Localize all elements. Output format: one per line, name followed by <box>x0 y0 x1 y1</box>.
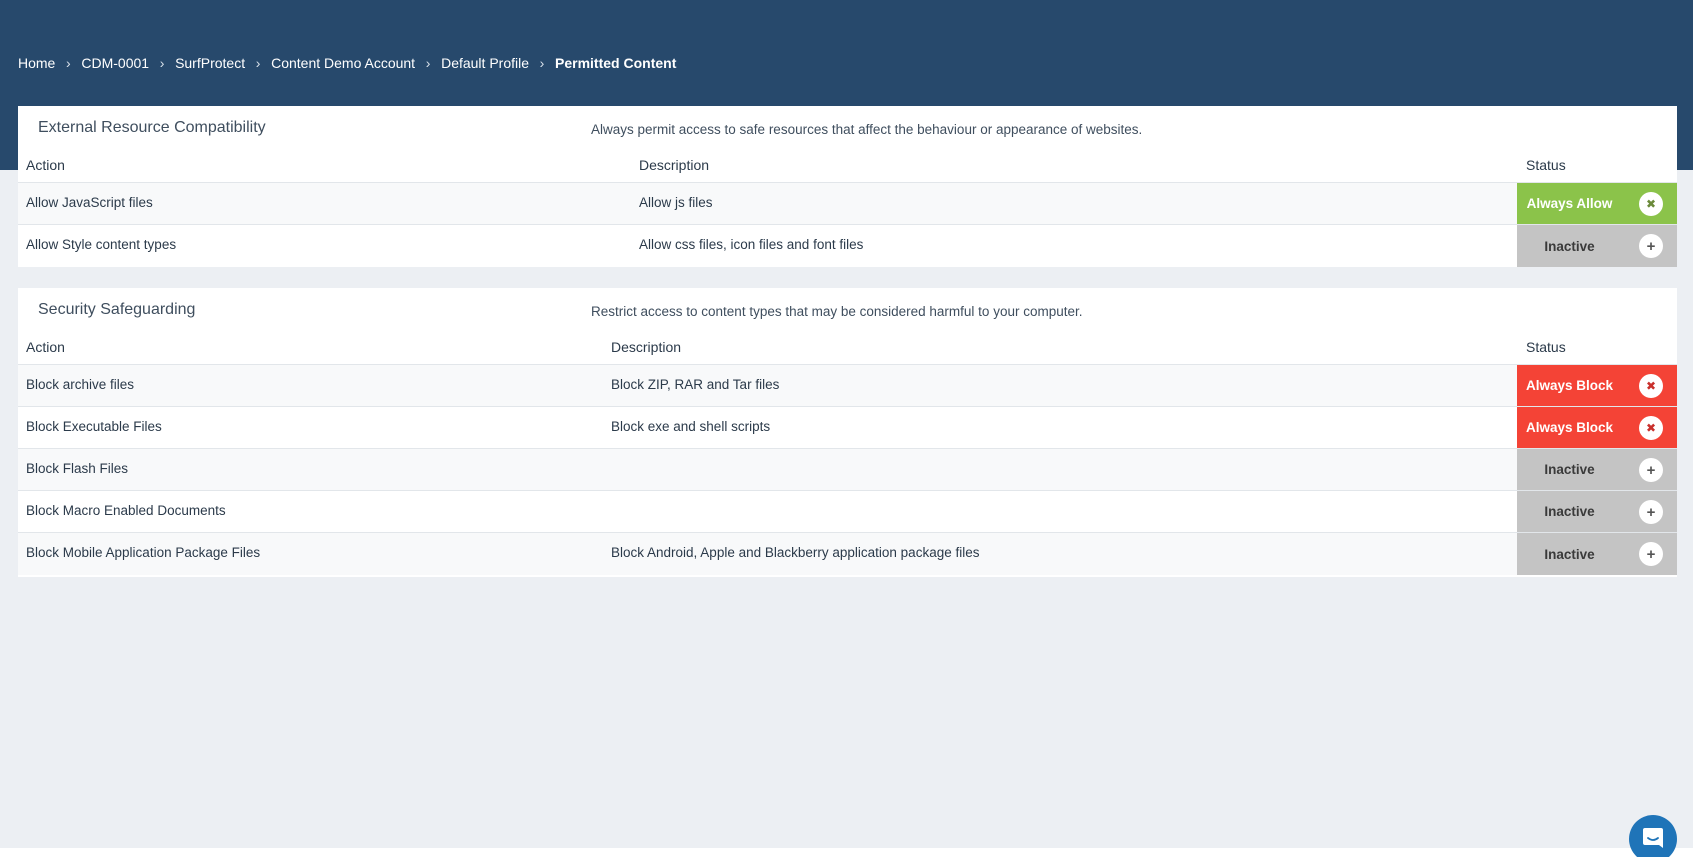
table-header: Action Description Status <box>18 333 1677 365</box>
column-header-action: Action <box>26 157 65 173</box>
breadcrumb-account[interactable]: Content Demo Account <box>271 55 415 71</box>
row-description: Block ZIP, RAR and Tar files <box>611 377 780 392</box>
chat-bubble-icon <box>1643 828 1663 848</box>
panel-header: Security Safeguarding Restrict access to… <box>18 288 1677 333</box>
external-resource-panel: External Resource Compatibility Always p… <box>18 106 1677 267</box>
panel-header: External Resource Compatibility Always p… <box>18 106 1677 151</box>
table-row: Block Mobile Application Package Files B… <box>18 533 1677 575</box>
row-action: Block Macro Enabled Documents <box>26 503 226 518</box>
status-toggle-inactive[interactable]: Inactive + <box>1517 533 1677 575</box>
status-label: Always Block <box>1525 378 1614 393</box>
table-row: Block Macro Enabled Documents Inactive + <box>18 491 1677 533</box>
row-action: Block Flash Files <box>26 461 129 476</box>
column-header-action: Action <box>26 339 65 355</box>
row-action: Allow Style content types <box>26 237 177 252</box>
table-body: Block archive files Block ZIP, RAR and T… <box>18 365 1677 575</box>
column-header-description: Description <box>639 157 710 173</box>
breadcrumb-profile[interactable]: Default Profile <box>441 55 529 71</box>
breadcrumb-home[interactable]: Home <box>18 55 55 71</box>
table-row: Block Flash Files Inactive + <box>18 449 1677 491</box>
plus-icon[interactable]: + <box>1639 458 1663 482</box>
table-row: Block archive files Block ZIP, RAR and T… <box>18 365 1677 407</box>
panel-title: External Resource Compatibility <box>38 119 266 136</box>
status-toggle-inactive[interactable]: Inactive + <box>1517 225 1677 267</box>
breadcrumb-product[interactable]: SurfProtect <box>175 55 245 71</box>
table-header: Action Description Status <box>18 151 1677 183</box>
breadcrumb-account-id[interactable]: CDM-0001 <box>81 55 149 71</box>
row-action: Block Executable Files <box>26 419 162 434</box>
row-action: Block archive files <box>26 377 135 392</box>
status-toggle-block[interactable]: Always Block ✖ <box>1517 407 1677 448</box>
status-toggle-block[interactable]: Always Block ✖ <box>1517 365 1677 406</box>
table-row: Allow Style content types Allow css file… <box>18 225 1677 267</box>
status-label: Inactive <box>1544 546 1595 562</box>
close-icon[interactable]: ✖ <box>1639 416 1663 440</box>
plus-icon[interactable]: + <box>1639 542 1663 566</box>
row-description: Allow css files, icon files and font fil… <box>639 237 864 252</box>
panel-description: Always permit access to safe resources t… <box>591 122 1143 137</box>
status-label: Inactive <box>1544 238 1595 254</box>
row-description: Block Android, Apple and Blackberry appl… <box>611 545 980 560</box>
panel-title: Security Safeguarding <box>38 301 196 318</box>
status-label: Always Allow <box>1526 196 1613 211</box>
bottom-bar <box>0 848 1693 857</box>
status-toggle-inactive[interactable]: Inactive + <box>1517 449 1677 490</box>
status-label: Inactive <box>1544 504 1595 519</box>
close-icon[interactable]: ✖ <box>1639 192 1663 216</box>
row-description: Block exe and shell scripts <box>611 419 771 434</box>
panel-description: Restrict access to content types that ma… <box>591 304 1083 319</box>
plus-icon[interactable]: + <box>1639 500 1663 524</box>
chevron-right-icon: › <box>66 55 71 71</box>
chevron-right-icon: › <box>255 55 261 71</box>
column-header-status: Status <box>1526 157 1566 173</box>
status-toggle-allow[interactable]: Always Allow ✖ <box>1517 183 1677 224</box>
table-row: Allow JavaScript files Allow js files Al… <box>18 183 1677 225</box>
chat-launcher-button[interactable] <box>1629 815 1677 857</box>
chevron-right-icon: › <box>539 55 545 71</box>
status-toggle-inactive[interactable]: Inactive + <box>1517 491 1677 532</box>
breadcrumb: Home › CDM-0001 › SurfProtect › Content … <box>18 55 676 71</box>
column-header-status: Status <box>1526 339 1566 355</box>
chevron-right-icon: › <box>425 55 431 71</box>
close-icon[interactable]: ✖ <box>1639 374 1663 398</box>
column-header-description: Description <box>611 339 682 355</box>
status-label: Inactive <box>1544 462 1595 477</box>
row-action: Allow JavaScript files <box>26 195 153 210</box>
security-safeguarding-panel: Security Safeguarding Restrict access to… <box>18 288 1677 577</box>
chevron-right-icon: › <box>159 55 165 71</box>
row-action: Block Mobile Application Package Files <box>26 545 261 560</box>
status-label: Always Block <box>1525 420 1614 435</box>
plus-icon[interactable]: + <box>1639 234 1663 258</box>
table-row: Block Executable Files Block exe and she… <box>18 407 1677 449</box>
table-body: Allow JavaScript files Allow js files Al… <box>18 183 1677 267</box>
row-description: Allow js files <box>639 195 713 210</box>
breadcrumb-current: Permitted Content <box>555 55 677 71</box>
